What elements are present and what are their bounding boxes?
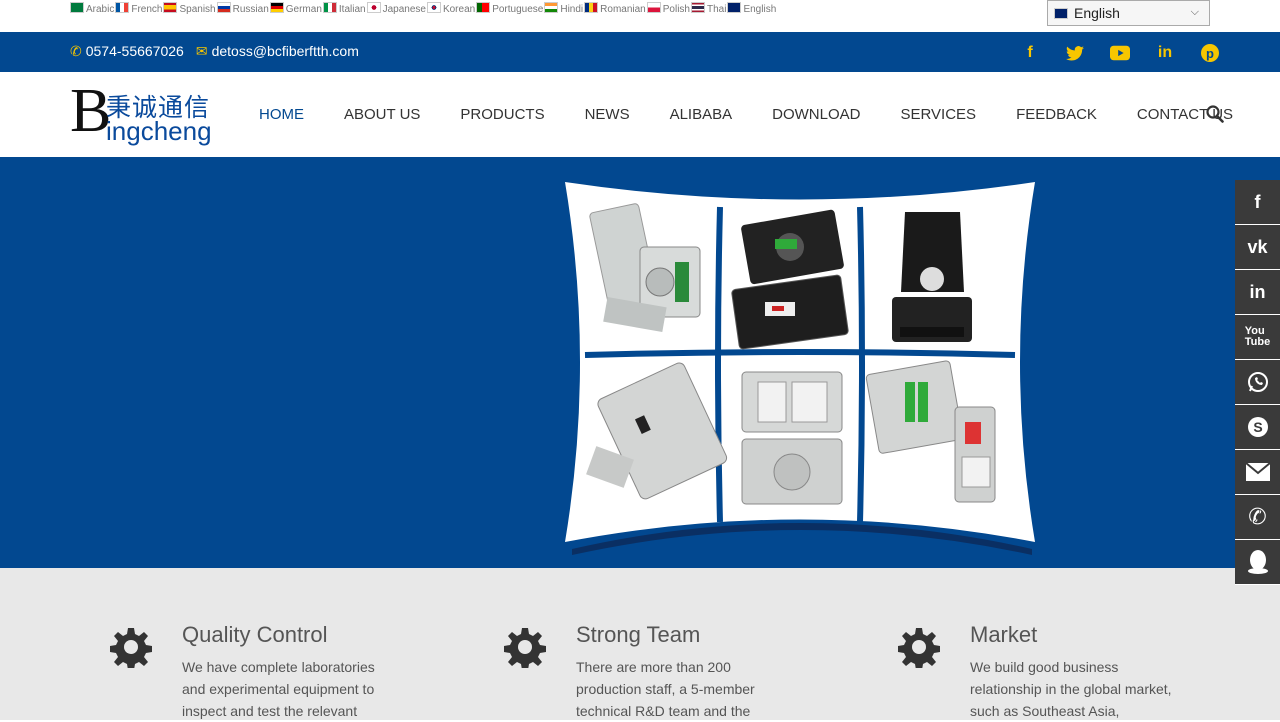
flag-icon — [691, 2, 705, 13]
phone-icon: ✆ — [70, 43, 82, 59]
lang-italian[interactable]: Italian — [322, 2, 366, 15]
feature-text: We build good business relationship in t… — [970, 659, 1172, 719]
flag-icon — [426, 2, 441, 13]
flag-icon — [646, 2, 661, 13]
feature-title: Quality Control — [182, 622, 328, 647]
lang-english[interactable]: English — [727, 2, 776, 15]
gear-icon — [504, 628, 546, 668]
skype-icon[interactable]: S — [1235, 405, 1280, 450]
flag-icon — [70, 2, 84, 13]
collage-divider — [715, 206, 723, 523]
nav-home[interactable]: HOME — [259, 106, 304, 123]
flag-icon — [476, 2, 491, 13]
language-select[interactable]: English ⌵ — [1047, 0, 1210, 26]
svg-text:p: p — [1206, 46, 1214, 61]
flag-icon — [544, 2, 559, 13]
email-link[interactable]: ✉ detoss@bcfiberftth.com — [196, 43, 359, 60]
top-contact-bar: ✆ 0574-55667026 ✉ detoss@bcfiberftth.com f… — [0, 32, 1280, 72]
lang-portuguese[interactable]: Portuguese — [476, 2, 543, 15]
gear-icon — [110, 628, 152, 668]
youtube-icon[interactable]: You Tube — [1235, 315, 1280, 360]
feature-title: Strong Team — [576, 622, 701, 647]
vk-icon[interactable]: vk — [1235, 225, 1280, 270]
facebook-icon[interactable]: f — [1020, 43, 1040, 63]
feature-title: Market — [970, 622, 1038, 647]
flag-icon — [322, 2, 337, 13]
collage-divider — [857, 206, 865, 523]
lang-russian[interactable]: Russian — [216, 2, 269, 15]
lang-romanian[interactable]: Romanian — [584, 2, 646, 15]
product-collage — [565, 182, 1035, 555]
linkedin-icon[interactable]: in — [1235, 270, 1280, 315]
site-header: B 秉诚通信 ingcheng HOME ABOUT US PRODUCTS N… — [0, 72, 1280, 157]
twitter-icon[interactable] — [1065, 43, 1085, 63]
nav-download[interactable]: DOWNLOAD — [772, 106, 860, 123]
linkedin-icon[interactable]: in — [1155, 43, 1175, 63]
nav-feedback[interactable]: FEEDBACK — [1016, 106, 1097, 123]
lang-french[interactable]: French — [115, 2, 162, 15]
top-social-links: f in p — [1020, 43, 1220, 63]
lang-spanish[interactable]: Spanish — [163, 2, 216, 15]
uk-flag-icon — [1054, 7, 1068, 19]
flag-icon — [216, 2, 231, 13]
nav-about-us[interactable]: ABOUT US — [344, 106, 420, 123]
flag-icon — [584, 2, 599, 13]
whatsapp-icon[interactable] — [1235, 360, 1280, 405]
features-section: Quality Control We have complete laborat… — [0, 568, 1280, 720]
facebook-icon[interactable]: f — [1235, 180, 1280, 225]
youtube-icon[interactable] — [1110, 43, 1130, 63]
language-bar: Arabic French Spanish Russian German Ita… — [0, 0, 1280, 32]
floating-social-bar: f vk in You Tube S ✆ — [1235, 180, 1280, 585]
lang-korean[interactable]: Korean — [426, 2, 475, 15]
lang-japanese[interactable]: Japanese — [366, 2, 426, 15]
flag-icon — [727, 2, 742, 13]
feature-text: We have complete laboratories and experi… — [182, 659, 375, 719]
flag-icon — [366, 2, 381, 13]
gear-icon — [898, 628, 940, 668]
nav-products[interactable]: PRODUCTS — [460, 106, 544, 123]
contact-info: ✆ 0574-55667026 ✉ detoss@bcfiberftth.com — [70, 43, 359, 60]
nav-alibaba[interactable]: ALIBABA — [670, 106, 733, 123]
nav-news[interactable]: NEWS — [585, 106, 630, 123]
hero-banner — [0, 157, 1280, 568]
flag-icon — [115, 2, 130, 13]
chevron-down-icon: ⌵ — [1190, 6, 1199, 18]
feature-text: There are more than 200 production staff… — [576, 659, 755, 719]
language-list: Arabic French Spanish Russian German Ita… — [70, 2, 777, 15]
flag-icon — [163, 2, 178, 13]
lang-thai[interactable]: Thai — [691, 2, 726, 15]
svg-text:S: S — [1253, 419, 1262, 435]
phone-link[interactable]: ✆ 0574-55667026 — [70, 43, 184, 60]
nav-services[interactable]: SERVICES — [900, 106, 976, 123]
phone-icon[interactable]: ✆ — [1235, 495, 1280, 540]
lang-arabic[interactable]: Arabic — [70, 2, 114, 15]
email-icon[interactable] — [1235, 450, 1280, 495]
search-icon[interactable] — [1206, 105, 1224, 123]
envelope-icon: ✉ — [195, 43, 208, 59]
company-logo[interactable]: B 秉诚通信 ingcheng — [70, 80, 220, 146]
pinterest-icon[interactable]: p — [1200, 43, 1220, 63]
qq-icon[interactable] — [1235, 540, 1280, 585]
lang-hindi[interactable]: Hindi — [544, 2, 583, 15]
flag-icon — [269, 2, 284, 13]
lang-polish[interactable]: Polish — [646, 2, 690, 15]
main-nav: HOME ABOUT US PRODUCTS NEWS ALIBABA DOWN… — [259, 106, 1273, 123]
lang-german[interactable]: German — [269, 2, 322, 15]
collage-divider — [584, 349, 1016, 358]
